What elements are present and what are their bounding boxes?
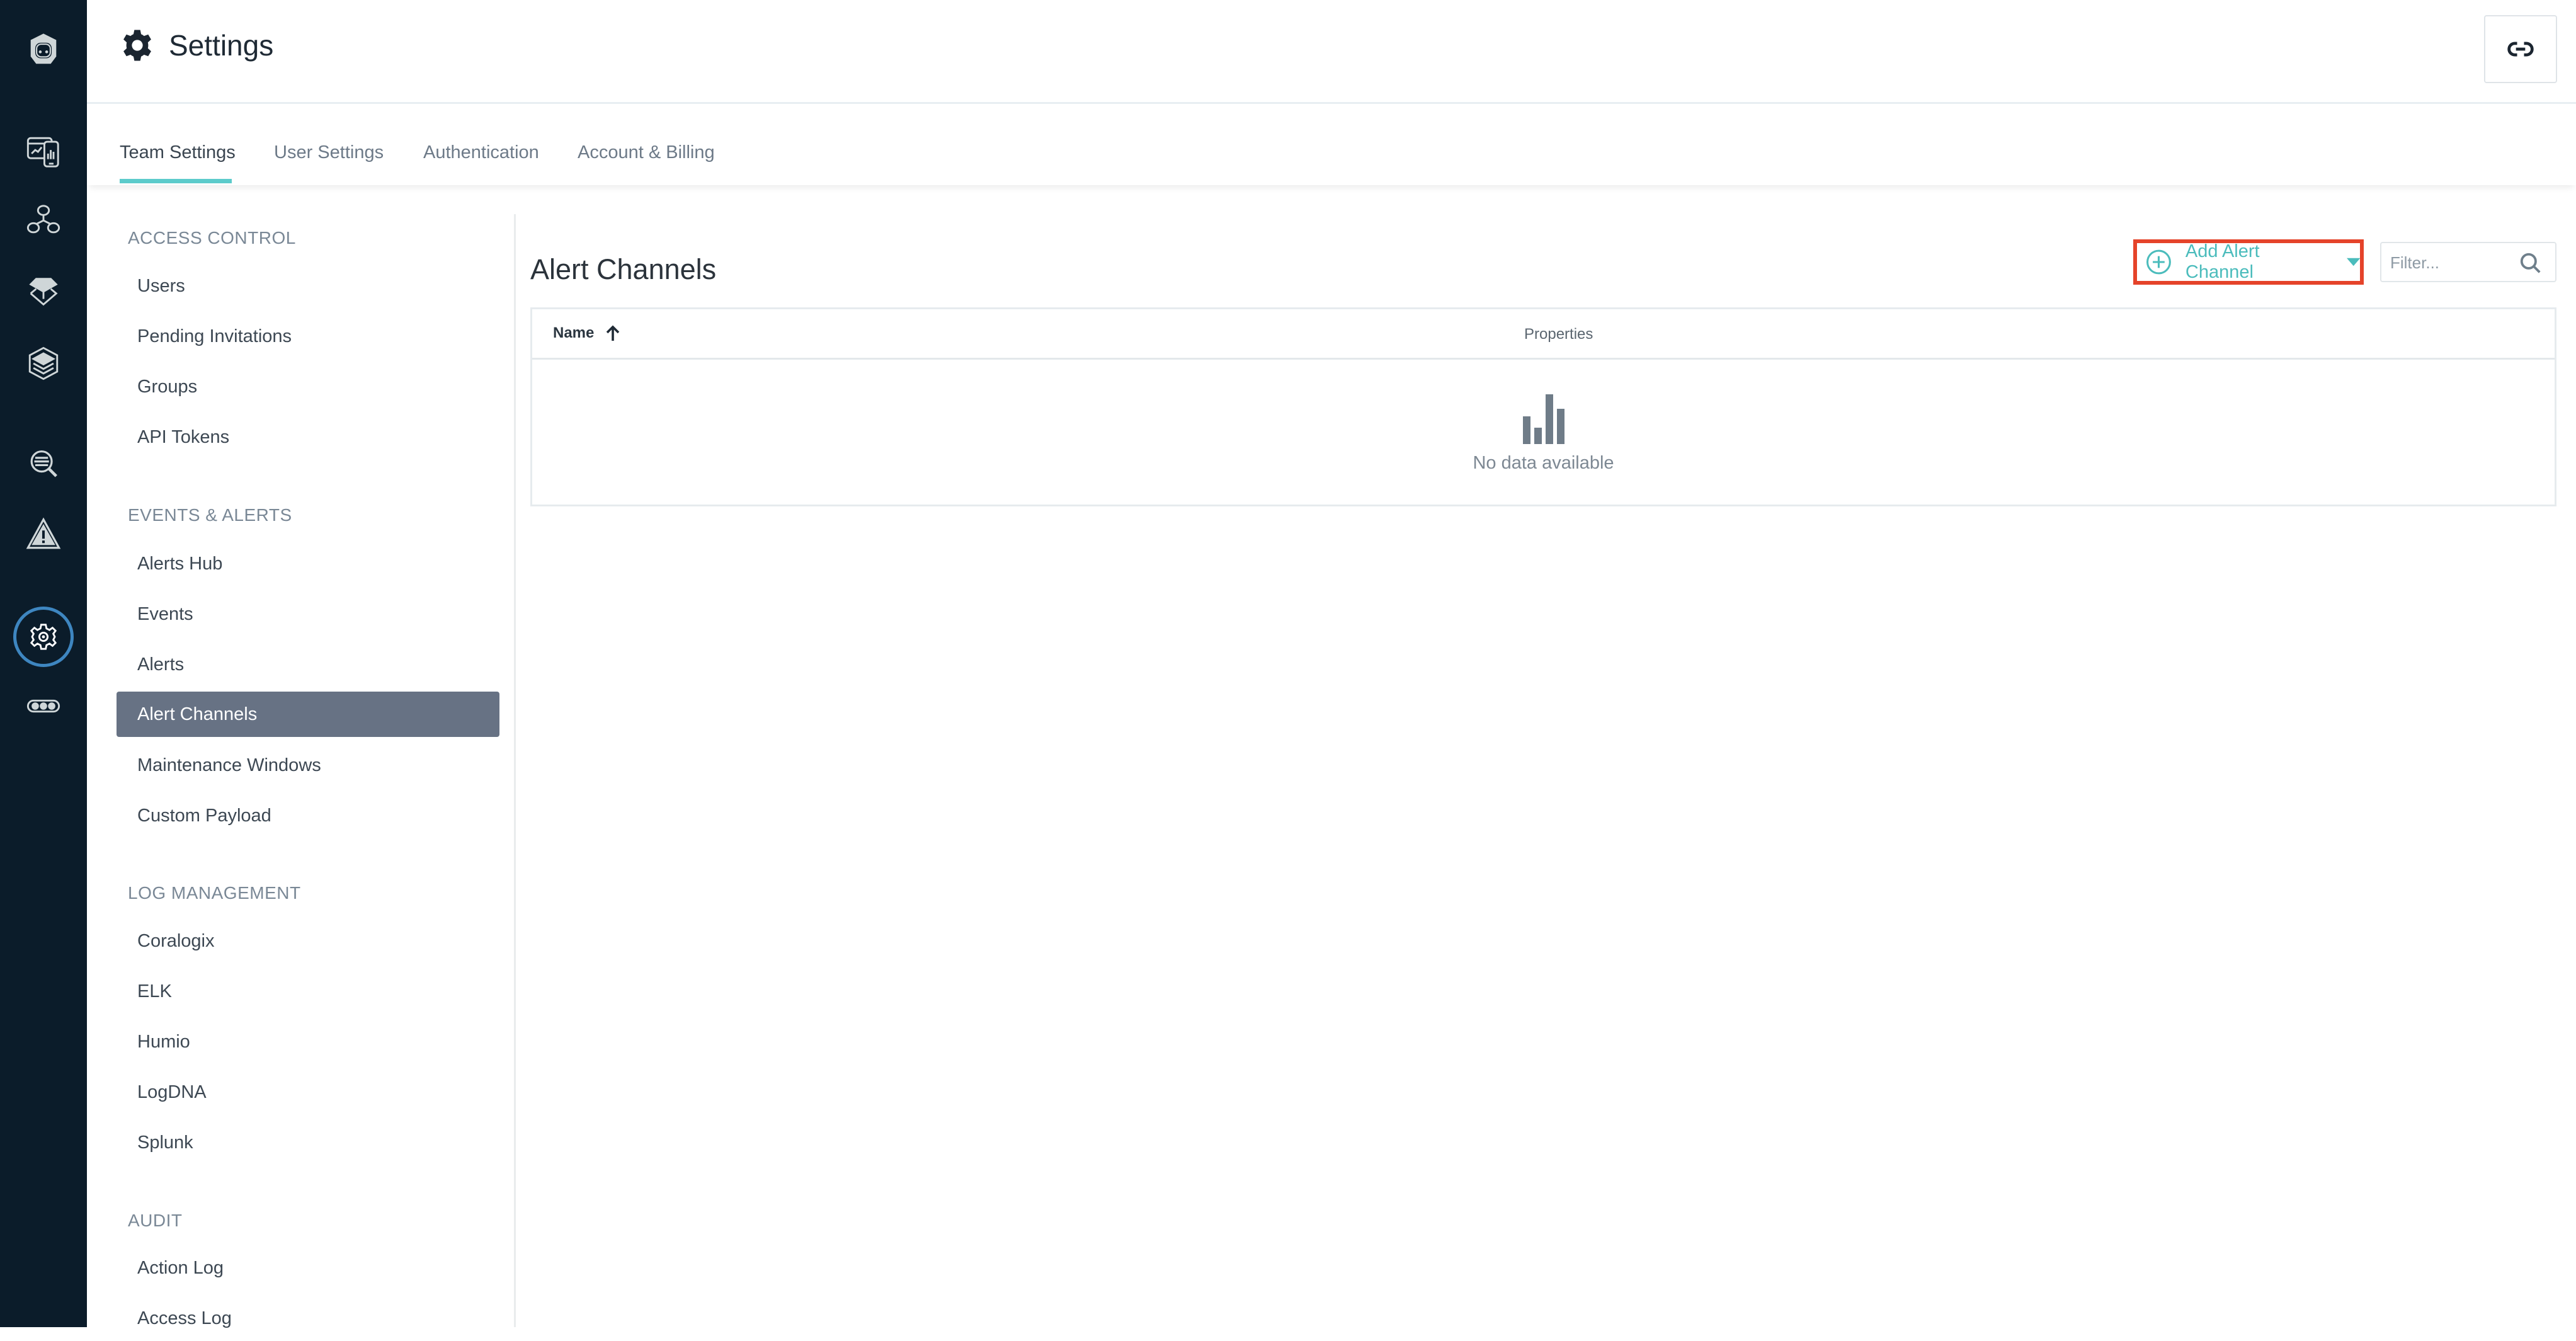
- alert-channels-table: Name Properties No data available: [530, 307, 2556, 506]
- column-header-name-label: Name: [553, 324, 595, 341]
- sidebar-item-events[interactable]: Events: [117, 591, 499, 637]
- layers-stack-icon[interactable]: [0, 335, 87, 392]
- sidebar-item-elk[interactable]: ELK: [117, 969, 499, 1014]
- sidebar-item-users[interactable]: Users: [117, 263, 499, 309]
- section-heading-audit: AUDIT: [128, 1211, 183, 1230]
- copy-link-button[interactable]: [2484, 15, 2557, 83]
- sidebar-item-humio[interactable]: Humio: [117, 1019, 499, 1064]
- empty-state: No data available: [532, 360, 2555, 506]
- section-heading-access-control: ACCESS CONTROL: [128, 228, 296, 248]
- sidebar-item-alert-channels[interactable]: Alert Channels: [117, 692, 499, 737]
- section-heading-events-alerts: EVENTS & ALERTS: [128, 505, 292, 525]
- tab-account-billing[interactable]: Account & Billing: [578, 142, 715, 163]
- column-header-name[interactable]: Name: [553, 324, 620, 342]
- caret-down-icon[interactable]: [2346, 258, 2360, 266]
- section-title: Alert Channels: [530, 253, 717, 285]
- table-header-row: Name Properties: [532, 309, 2555, 360]
- gear-icon: [123, 30, 151, 61]
- filter-field[interactable]: [2380, 242, 2556, 282]
- active-nav-indicator: [13, 607, 74, 667]
- filter-input[interactable]: [2390, 248, 2516, 277]
- sidebar-item-alerts[interactable]: Alerts: [117, 642, 499, 687]
- left-nav-rail: [0, 0, 87, 1327]
- sort-ascending-arrow-icon[interactable]: [605, 324, 620, 342]
- sidebar-item-alerts-hub[interactable]: Alerts Hub: [117, 541, 499, 586]
- link-icon: [2507, 42, 2534, 57]
- tab-team-settings[interactable]: Team Settings: [120, 142, 236, 163]
- devices-dashboard-icon[interactable]: [0, 123, 87, 180]
- add-alert-channel-button[interactable]: Add Alert Channel: [2133, 239, 2364, 285]
- sidebar-item-coralogix[interactable]: Coralogix: [117, 918, 499, 964]
- sidebar-item-groups[interactable]: Groups: [117, 364, 499, 409]
- search-analytics-icon[interactable]: [0, 436, 87, 493]
- service-map-icon[interactable]: [0, 192, 87, 249]
- sidebar-item-access-log[interactable]: Access Log: [117, 1296, 499, 1341]
- settings-tabs: Team Settings User Settings Authenticati…: [87, 105, 2576, 185]
- sidebar-item-splunk[interactable]: Splunk: [117, 1120, 499, 1165]
- page-header: Settings: [87, 0, 2576, 104]
- active-tab-underline: [120, 179, 232, 183]
- add-alert-channel-label: Add Alert Channel: [2185, 241, 2260, 282]
- sidebar-item-maintenance-windows[interactable]: Maintenance Windows: [117, 743, 499, 788]
- gear-icon[interactable]: [0, 607, 87, 667]
- section-heading-log-management: LOG MANAGEMENT: [128, 883, 301, 903]
- sidebar-divider: [514, 214, 516, 1327]
- page-title: Settings: [120, 28, 273, 63]
- warning-triangle-icon[interactable]: [0, 506, 87, 562]
- infrastructure-icon[interactable]: [0, 263, 87, 320]
- bar-chart-icon: [1522, 394, 1564, 444]
- column-header-properties[interactable]: Properties: [1524, 326, 1593, 343]
- tab-user-settings[interactable]: User Settings: [274, 142, 384, 163]
- sidebar-item-custom-payload[interactable]: Custom Payload: [117, 793, 499, 838]
- more-dots-icon[interactable]: [0, 678, 87, 734]
- search-icon[interactable]: [2519, 251, 2543, 275]
- sidebar-item-action-log[interactable]: Action Log: [117, 1245, 499, 1291]
- tab-authentication[interactable]: Authentication: [423, 142, 539, 163]
- sidebar-item-pending-invitations[interactable]: Pending Invitations: [117, 314, 499, 359]
- page-title-text: Settings: [169, 29, 274, 62]
- robot-logo-icon[interactable]: [0, 21, 87, 77]
- sidebar-item-api-tokens[interactable]: API Tokens: [117, 414, 499, 460]
- empty-state-message: No data available: [1473, 453, 1614, 473]
- plus-circle-icon: [2146, 249, 2171, 275]
- sidebar-item-logdna[interactable]: LogDNA: [117, 1070, 499, 1115]
